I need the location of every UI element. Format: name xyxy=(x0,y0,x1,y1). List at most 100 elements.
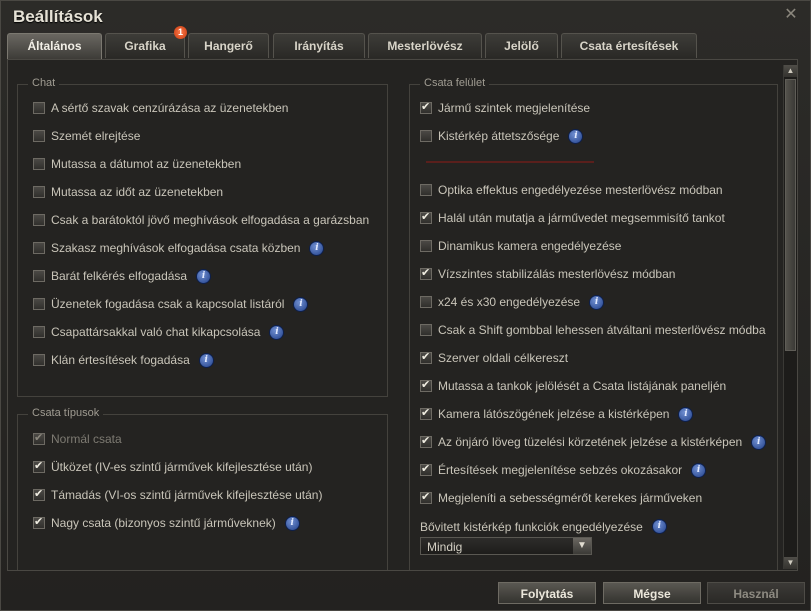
checkbox[interactable] xyxy=(420,184,432,196)
info-icon[interactable]: i xyxy=(691,462,707,478)
checkbox[interactable] xyxy=(33,130,45,142)
checkbox-checked[interactable] xyxy=(33,487,45,501)
scrollbar[interactable]: ▲ ▼ xyxy=(783,65,797,569)
info-icon[interactable]: i xyxy=(651,519,667,534)
checkbox-row[interactable]: Barát felkérés elfogadása i xyxy=(33,267,212,285)
info-icon[interactable]: i xyxy=(284,515,300,531)
checkbox[interactable] xyxy=(33,158,45,170)
checkbox-row[interactable]: Mutassa az időt az üzenetekben xyxy=(33,183,223,201)
checkbox-row[interactable]: Csak a Shift gombbal lehessen átváltani … xyxy=(420,321,766,339)
close-icon[interactable]: ✕ xyxy=(783,7,799,23)
checkbox[interactable] xyxy=(33,242,45,254)
checkbox-row[interactable]: Kistérkép áttetszősége i xyxy=(420,127,584,145)
checkbox-row[interactable]: Megjeleníti a sebességmérőt kerekes járm… xyxy=(420,489,702,507)
apply-button[interactable]: Használ xyxy=(707,582,805,604)
minimap-functions-select[interactable]: Mindig ▼ xyxy=(420,537,592,555)
checkbox-row[interactable]: Szerver oldali célkereszt xyxy=(420,349,568,367)
checkbox-row[interactable]: Szakasz meghívások elfogadása csata közb… xyxy=(33,239,325,257)
checkbox-row[interactable]: Mutassa a dátumot az üzenetekben xyxy=(33,155,241,173)
checkbox-label: Értesítések megjelenítése sebzés okozása… xyxy=(438,463,683,477)
checkbox-row[interactable]: Értesítések megjelenítése sebzés okozása… xyxy=(420,461,707,479)
checkbox-row[interactable]: Csapattársakkal való chat kikapcsolása i xyxy=(33,323,285,341)
checkbox-row[interactable]: Klán értesítések fogadása i xyxy=(33,351,214,369)
checkbox-checked[interactable] xyxy=(420,350,432,364)
checkbox-row[interactable]: Támadás (VI-os szintű járművek kifejlesz… xyxy=(33,486,322,504)
checkbox[interactable] xyxy=(33,298,45,310)
checkbox-row[interactable]: Kamera látószögének jelzése a kistérképe… xyxy=(420,405,694,423)
tab-bar: Általános Grafika 1 Hangerő Irányítás Mes… xyxy=(7,26,807,60)
info-icon[interactable]: i xyxy=(198,352,214,368)
scroll-up-icon[interactable]: ▲ xyxy=(784,65,797,77)
checkbox[interactable] xyxy=(33,186,45,198)
checkbox-checked[interactable] xyxy=(420,100,432,114)
checkbox-row[interactable]: Nagy csata (bizonyos szintű járműveknek)… xyxy=(33,514,300,532)
checkbox-label: Az önjáró löveg tüzelési körzetének jelz… xyxy=(438,435,743,449)
checkbox-label: Nagy csata (bizonyos szintű járműveknek) xyxy=(51,516,276,530)
checkbox-row[interactable]: Ütközet (IV-es szintű járművek kifejlesz… xyxy=(33,458,312,476)
checkbox-label: Szakasz meghívások elfogadása csata közb… xyxy=(51,241,301,255)
checkbox[interactable] xyxy=(33,270,45,282)
checkbox-row[interactable]: Dinamikus kamera engedélyezése xyxy=(420,237,621,255)
checkbox-row[interactable]: Szemét elrejtése xyxy=(33,127,140,145)
checkbox-checked[interactable] xyxy=(420,210,432,224)
checkbox-row[interactable]: x24 és x30 engedélyezése i xyxy=(420,293,605,311)
checkbox-label: Csapattársakkal való chat kikapcsolása xyxy=(51,325,261,339)
checkbox-checked[interactable] xyxy=(420,266,432,280)
checkbox-row[interactable]: Üzenetek fogadása csak a kapcsolat listá… xyxy=(33,295,309,313)
cancel-button[interactable]: Mégse xyxy=(603,582,701,604)
checkbox-row[interactable]: Mutassa a tankok jelölését a Csata listá… xyxy=(420,377,726,395)
checkbox-row[interactable]: Az önjáró löveg tüzelési körzetének jelz… xyxy=(420,433,767,451)
minimap-functions-label: Bővitett kistérkép funkciók engedélyezés… xyxy=(420,519,643,534)
tab-battle-notifications[interactable]: Csata értesítések xyxy=(561,33,697,58)
checkbox-checked[interactable] xyxy=(33,459,45,473)
tab-general[interactable]: Általános xyxy=(7,33,102,60)
checkbox[interactable] xyxy=(420,240,432,252)
checkbox[interactable] xyxy=(33,326,45,338)
checkbox-row[interactable]: Jármű szintek megjelenítése xyxy=(420,99,590,117)
checkbox-label: Kistérkép áttetszősége xyxy=(438,129,560,143)
checkbox[interactable] xyxy=(33,214,45,226)
footer-buttons: Folytatás Mégse Használ xyxy=(1,582,811,606)
checkbox[interactable] xyxy=(420,296,432,308)
scroll-down-icon[interactable]: ▼ xyxy=(784,557,797,569)
tab-graphics[interactable]: Grafika 1 xyxy=(105,26,187,58)
checkbox-checked[interactable] xyxy=(420,434,432,448)
info-icon[interactable]: i xyxy=(196,268,212,284)
info-icon[interactable]: i xyxy=(678,406,694,422)
checkbox-label: Dinamikus kamera engedélyezése xyxy=(438,239,622,253)
checkbox-label: Csak a barátoktól jövő meghívások elfoga… xyxy=(51,213,370,227)
tab-sniper[interactable]: Mesterlövész xyxy=(368,33,482,58)
checkbox-checked[interactable] xyxy=(420,462,432,476)
checkbox[interactable] xyxy=(420,130,432,142)
checkbox-label: x24 és x30 engedélyezése xyxy=(438,295,581,309)
checkbox-row[interactable]: Vízszintes stabilizálás mesterlövész mód… xyxy=(420,265,675,283)
checkbox-row[interactable]: Normál csata xyxy=(33,430,122,448)
info-icon[interactable]: i xyxy=(589,294,605,310)
minimap-transparency-slider[interactable] xyxy=(426,161,594,163)
checkbox-row[interactable]: Optika effektus engedélyezése mesterlövé… xyxy=(420,181,723,199)
checkbox-checked[interactable] xyxy=(33,515,45,529)
info-icon[interactable]: i xyxy=(309,240,325,256)
scroll-thumb[interactable] xyxy=(785,79,796,351)
continue-button[interactable]: Folytatás xyxy=(498,582,596,604)
checkbox-row[interactable]: Csak a barátoktól jövő meghívások elfoga… xyxy=(33,211,369,229)
tab-sound[interactable]: Hangerő xyxy=(188,33,269,58)
checkbox-row[interactable]: A sértő szavak cenzúrázása az üzenetekbe… xyxy=(33,99,288,117)
checkbox-checked[interactable] xyxy=(420,378,432,392)
checkbox-row[interactable]: Halál után mutatja a járművedet megsemmi… xyxy=(420,209,725,227)
checkbox-checked[interactable] xyxy=(33,431,45,445)
tab-controls[interactable]: Irányítás xyxy=(273,33,365,58)
checkbox[interactable] xyxy=(420,324,432,336)
tab-marker[interactable]: Jelölő xyxy=(485,33,558,58)
info-icon[interactable]: i xyxy=(751,434,767,450)
info-icon[interactable]: i xyxy=(269,324,285,340)
info-icon[interactable]: i xyxy=(293,296,309,312)
checkbox-checked[interactable] xyxy=(420,406,432,420)
checkbox-label: Normál csata xyxy=(51,432,122,446)
chevron-down-icon[interactable]: ▼ xyxy=(573,538,591,554)
checkbox[interactable] xyxy=(33,102,45,114)
notification-badge: 1 xyxy=(174,26,187,39)
checkbox-checked[interactable] xyxy=(420,490,432,504)
checkbox[interactable] xyxy=(33,354,45,366)
info-icon[interactable]: i xyxy=(568,128,584,144)
